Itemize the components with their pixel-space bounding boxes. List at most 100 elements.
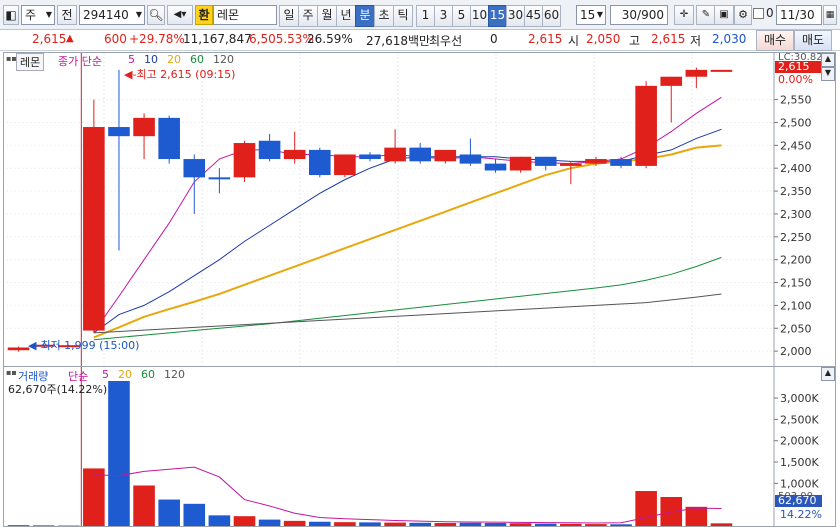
candle-body [686,70,708,77]
search-icon[interactable]: 🔍︎ [147,5,165,25]
panel-up-icon[interactable]: ▲ [821,367,835,381]
volume-bar [8,525,30,526]
candle-body [610,159,632,166]
ma-legend-prefix: 종가 단순 [58,53,102,69]
volume-bar [409,523,431,526]
candle-body [635,86,657,166]
y-tick-label: 3,000K [780,392,819,405]
candle-body [409,148,431,162]
candle-body [108,127,130,136]
quote-bar: 2,615 ▲ 600 +29.78% 11,167,847 6,505.53%… [0,30,840,51]
volume-bar [83,468,105,526]
toolbar: ◧ 주▼ 전 294140▼ 🔍︎ ◀▾ 환 레몬 일주월년분초틱 135101… [0,0,840,30]
ma-line-120 [94,294,722,333]
y-tick-label: 2,300 [780,208,812,221]
period-tabs: 일주월년분초틱 [279,5,413,25]
sell-button[interactable]: 매도 [794,30,832,51]
ma-legend-60: 60 [141,368,155,381]
market-select[interactable]: 주▼ [21,5,55,25]
volume-bar [209,515,231,526]
layout-icon[interactable]: ◧ [3,5,19,25]
volume: 11,167,847 [183,32,252,46]
interval-select[interactable]: 15▼ [576,5,606,25]
tab-30[interactable]: 30 [506,5,525,27]
candle-body [209,177,231,179]
buy-button[interactable]: 매수 [756,30,794,51]
y-tick-label: 2,050 [780,322,812,335]
code-input[interactable]: 294140▼ [79,5,145,25]
candle-body [334,154,356,175]
left-arrow-icon: ◀- [124,68,136,81]
high: 2,615 [651,32,685,46]
candle-body [384,148,406,162]
candle-body [460,154,482,163]
candle-body [660,77,682,86]
volume-bar [183,504,205,526]
count-field[interactable]: 30/900 [610,5,668,25]
volume-ma-legend: 5 20 60 120 [102,368,194,381]
current-price-tag: 2,615 [775,61,822,73]
tab-년[interactable]: 년 [336,5,356,27]
y-tick-label: 1,000K [780,477,819,490]
left-arrow-icon: ◀- [28,339,40,352]
ma-legend-20: 20 [118,368,132,381]
drawing-icon[interactable]: ✎ [696,5,716,25]
date-input[interactable]: 11/30 [776,5,822,25]
candle-body [585,159,607,164]
tab-10[interactable]: 10 [470,5,489,27]
volume-chart: 3,000K2,500K2,000K1,500K1,000K [4,367,835,526]
volume-bar [359,522,381,526]
low: 2,030 [712,32,746,46]
volume-bar [284,521,306,526]
open-label: 시 [568,32,579,49]
panel-up-icon[interactable]: ▲ [821,53,835,67]
candle-body [711,70,733,72]
chart-type-button[interactable]: 전 [57,5,77,25]
date-toggle-label: 0 [766,6,774,20]
current-volume: 62,670주(14.22%) [8,381,107,397]
tab-45[interactable]: 45 [524,5,543,27]
price: 2,615 [32,32,66,46]
calendar-icon[interactable]: ▦ [823,5,837,25]
change: 600 [104,32,127,46]
volume-pct: 6,505.53% [249,32,314,46]
y-tick-label: 2,500 [780,116,812,129]
ma-legend-120: 120 [164,368,185,381]
tab-5[interactable]: 5 [452,5,471,27]
y-tick-label: 1,500K [780,456,819,469]
tab-15[interactable]: 15 [488,5,507,27]
tab-3[interactable]: 3 [434,5,453,27]
tab-월[interactable]: 월 [317,5,337,27]
volume-bar [585,524,607,526]
tab-초[interactable]: 초 [374,5,394,27]
tab-일[interactable]: 일 [279,5,299,27]
zero-pct-tag: 0.00% [778,73,813,86]
ma-legend-120: 120 [213,53,234,66]
price-panel: 2,5502,5002,4502,4002,3502,3002,2502,200… [3,52,836,367]
tab-틱[interactable]: 틱 [393,5,413,27]
priority-label: 최우선 [429,32,462,49]
panel-down-icon[interactable]: ▼ [821,67,835,81]
volume-pct-tag: 14.22% [780,508,822,521]
tab-주[interactable]: 주 [298,5,318,27]
date-checkbox[interactable] [753,8,764,19]
volume-bar [133,485,155,526]
sound-icon[interactable]: ◀▾ [167,5,193,25]
gear-icon[interactable]: ⚙ [734,5,752,25]
panel-menu-icon[interactable]: ▪▪ [6,368,17,377]
tab-60[interactable]: 60 [542,5,561,27]
save-icon[interactable]: ▣ [714,5,734,25]
candle-body [510,157,532,171]
ma-legend-5: 5 [102,368,109,381]
crosshair-icon[interactable]: ✛ [674,5,694,25]
y-tick-label: 2,000 [780,345,812,358]
price-chart: 2,5502,5002,4502,4002,3502,3002,2502,200… [4,53,835,366]
tab-분[interactable]: 분 [355,5,375,27]
exchange-badge[interactable]: 환 [195,5,213,25]
chevron-down-icon: ▼ [46,6,52,24]
tab-1[interactable]: 1 [416,5,435,27]
candle-body [259,141,281,159]
chevron-down-icon: ▼ [136,6,142,24]
name-tag: 레몬 [16,53,44,71]
stock-name: 레몬 [213,5,277,25]
